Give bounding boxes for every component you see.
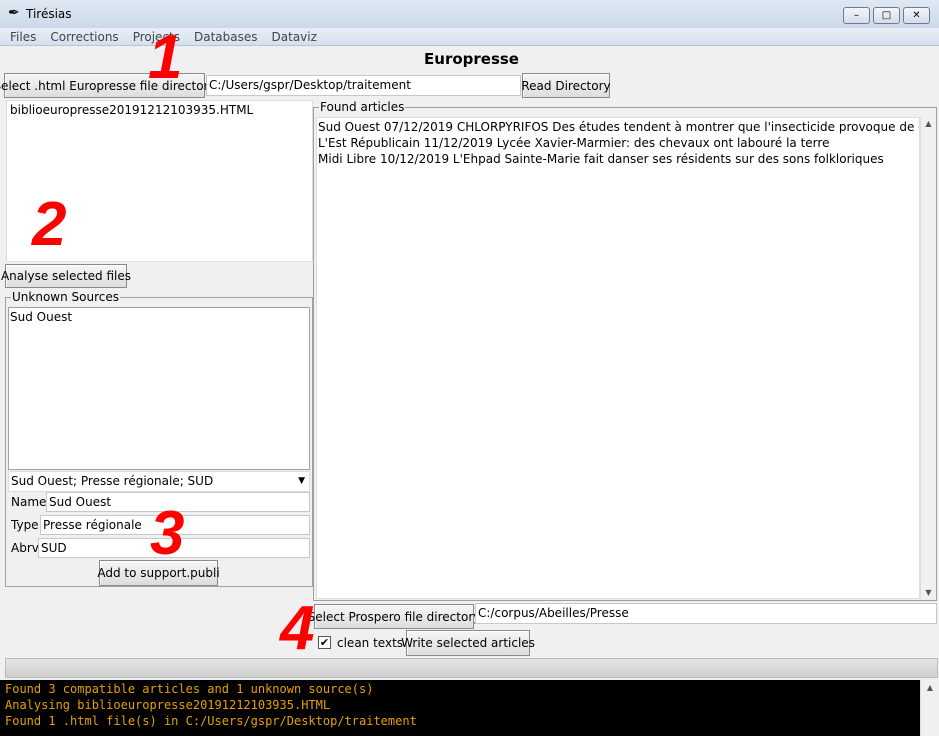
annotation-4: 4 [280,594,315,663]
list-item[interactable]: Sud Ouest [10,309,308,325]
feather-icon: ✒ [8,5,20,21]
source-combobox[interactable]: Sud Ouest; Presse régionale; SUD ▼ [8,471,310,492]
unknown-sources-label: Unknown Sources [11,290,120,304]
found-articles-list[interactable]: Sud Ouest 07/12/2019 CHLORPYRIFOS Des ét… [316,117,920,599]
found-articles-label: Found articles [319,100,406,114]
title-bar: ✒ Tirésias – □ ✕ [0,0,939,28]
minimize-button[interactable]: – [843,7,870,24]
list-item[interactable]: L'Est Républicain 11/12/2019 Lycée Xavie… [318,135,918,151]
maximize-button[interactable]: □ [873,7,900,24]
clean-texts-label: clean texts [337,636,404,650]
scroll-down-icon[interactable]: ▼ [921,588,936,597]
chevron-down-icon[interactable]: ▼ [298,473,305,489]
menu-bar: Files Corrections Projects Databases Dataviz [0,28,939,46]
progress-bar [5,658,938,678]
select-prospero-directory-button[interactable]: Select Prospero file directory [308,604,480,629]
close-button[interactable]: ✕ [903,7,930,24]
abrv-label: Abrv [11,541,39,555]
combo-value: Sud Ouest; Presse régionale; SUD [11,474,214,488]
list-item[interactable]: Midi Libre 10/12/2019 L'Ehpad Sainte-Mar… [318,151,918,167]
unknown-sources-list[interactable]: Sud Ouest [8,307,310,470]
analyse-files-button[interactable]: Analyse selected files [1,264,131,288]
scroll-up-icon[interactable]: ▲ [921,683,939,692]
menu-databases[interactable]: Databases [194,28,258,46]
read-directory-button[interactable]: Read Directory [521,73,611,98]
menu-files[interactable]: Files [10,28,36,46]
menu-dataviz[interactable]: Dataviz [272,28,317,46]
annotation-1: 1 [148,23,183,92]
list-item[interactable]: Sud Ouest 07/12/2019 CHLORPYRIFOS Des ét… [318,119,919,135]
console-line: Found 3 compatible articles and 1 unknow… [5,682,374,696]
page-title: Europresse [424,50,519,68]
console-line: Analysing biblioeuropresse20191212103935… [5,698,331,712]
articles-scrollbar[interactable]: ▲ ▼ [920,117,936,599]
prospero-path-input[interactable]: C:/corpus/Abeilles/Presse [475,603,937,624]
window-title: Tirésias [26,7,72,21]
clean-texts-checkbox[interactable]: ✔ [318,636,331,649]
type-label: Type [11,518,39,532]
name-label: Name [11,495,47,509]
annotation-3: 3 [150,499,185,568]
scroll-up-icon[interactable]: ▲ [921,119,936,128]
menu-corrections[interactable]: Corrections [50,28,118,46]
write-articles-button[interactable]: Write selected articles [401,630,535,656]
annotation-2: 2 [32,190,67,259]
console-output: Found 3 compatible articles and 1 unknow… [0,680,920,736]
console-scrollbar[interactable]: ▲ [920,680,939,736]
europresse-path-input[interactable]: C:/Users/gspr/Desktop/traitement [206,75,521,96]
list-item[interactable]: biblioeuropresse20191212103935.HTML [10,102,309,118]
console-line: Found 1 .html file(s) in C:/Users/gspr/D… [5,714,417,728]
